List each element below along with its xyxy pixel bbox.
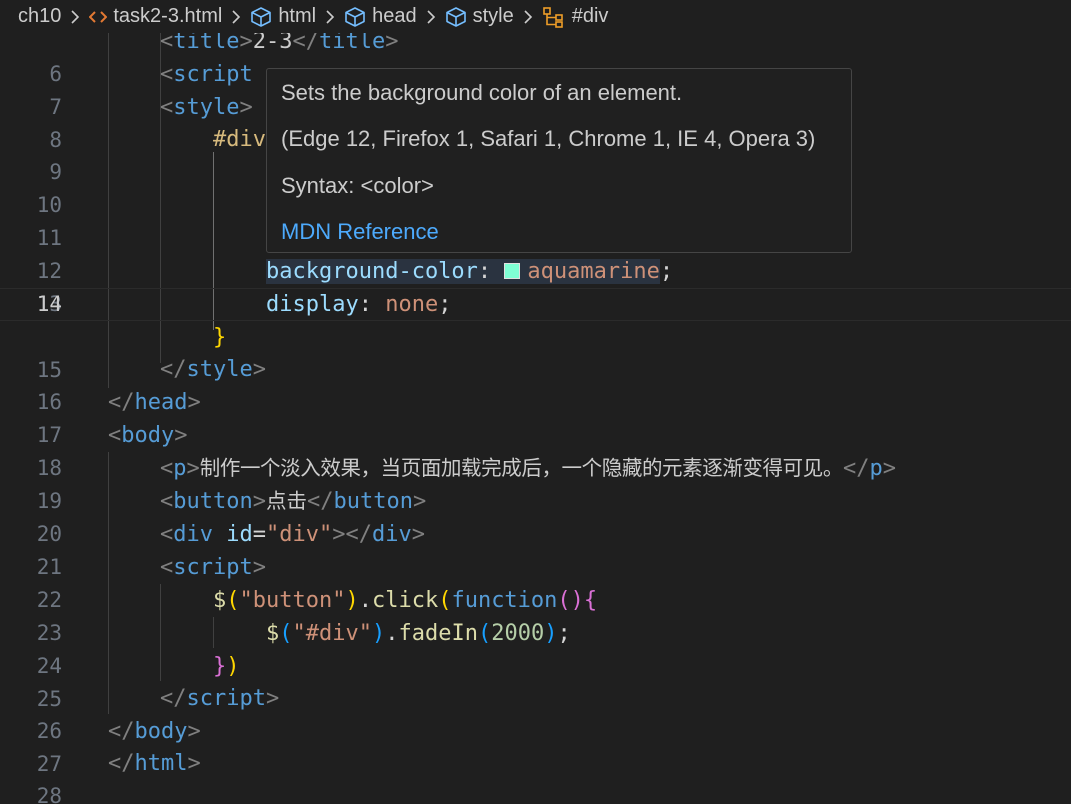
chevron-right-icon <box>70 9 80 25</box>
code-text: $("button").click(function(){ <box>213 588 598 613</box>
hover-syntax: Syntax: <color> <box>281 173 434 198</box>
code-text: </style> <box>160 357 266 382</box>
cube-icon <box>445 6 467 28</box>
breadcrumb-item-style[interactable]: style <box>445 5 514 28</box>
code-line[interactable]: 20 <button>点击</button> <box>0 485 1071 546</box>
hover-description: Sets the background color of an element. <box>281 80 683 105</box>
code-text: #div <box>213 127 266 152</box>
code-line[interactable]: 21 <div id="div"></div> <box>0 518 1071 579</box>
code-text: } <box>213 325 227 350</box>
code-line-current[interactable]: 14 display: none; <box>0 288 1071 321</box>
cube-icon <box>344 6 366 28</box>
breadcrumb: ch10 task2-3.html html head style #div <box>0 0 1071 33</box>
breadcrumb-item-head[interactable]: head <box>344 5 417 28</box>
breadcrumb-item-file[interactable]: task2-3.html <box>89 5 222 28</box>
breadcrumb-item-selector[interactable]: #div <box>542 5 609 28</box>
code-line[interactable]: 19 <p>制作一个淡入效果，当页面加载完成后，一个隐藏的元素逐渐变得可见。</… <box>0 452 1071 513</box>
code-line[interactable]: 17 </head> <box>0 386 1071 447</box>
chevron-right-icon <box>325 9 335 25</box>
code-text: <body> <box>108 423 188 448</box>
code-line[interactable]: 26 </script> <box>0 682 1071 743</box>
code-text: </html> <box>108 751 201 776</box>
selector-icon <box>542 6 566 28</box>
code-text: }) <box>213 654 240 679</box>
breadcrumb-label: ch10 <box>18 5 62 27</box>
hover-compat: (Edge 12, Firefox 1, Safari 1, Chrome 1,… <box>281 126 816 151</box>
color-swatch[interactable] <box>504 263 521 279</box>
code-text: <button>点击</button> <box>160 489 427 514</box>
code-text: <p>制作一个淡入效果，当页面加载完成后，一个隐藏的元素逐渐变得可见。</p> <box>160 456 896 481</box>
code-line[interactable]: 23 $("button").click(function(){ <box>0 584 1071 645</box>
code-text: <style> <box>160 95 253 120</box>
code-line[interactable]: 13 background-color: aquamarine; <box>0 255 1071 316</box>
chevron-right-icon <box>426 9 436 25</box>
code-text: <script> <box>160 555 266 580</box>
breadcrumb-label: task2-3.html <box>113 5 223 27</box>
code-line[interactable]: 28 </html> <box>0 747 1071 804</box>
breadcrumb-label: #div <box>571 5 609 27</box>
html-file-icon <box>89 9 108 25</box>
code-text: display: none; <box>266 292 452 317</box>
chevron-right-icon <box>231 9 241 25</box>
code-text: </head> <box>108 390 201 415</box>
breadcrumb-label: style <box>472 5 514 27</box>
code-line[interactable]: 15 } <box>0 321 1071 382</box>
breadcrumb-label: html <box>278 5 317 27</box>
code-line[interactable]: 25 }) <box>0 650 1071 711</box>
code-line[interactable]: 22 <script> <box>0 551 1071 612</box>
line-number: 14 <box>36 292 62 316</box>
code-text: </script> <box>160 686 280 711</box>
chevron-right-icon <box>523 9 533 25</box>
code-line[interactable]: 16 </style> <box>0 353 1071 414</box>
cube-icon <box>250 6 272 28</box>
mdn-reference-link[interactable]: MDN Reference <box>281 219 439 245</box>
line-number: 28 <box>36 784 62 804</box>
code-text: <div id="div"></div> <box>160 522 425 547</box>
code-line[interactable]: 24 $("#div").fadeIn(2000); <box>0 617 1071 678</box>
hover-tooltip: Sets the background color of an element.… <box>266 68 852 253</box>
breadcrumb-item-html[interactable]: html <box>250 5 316 28</box>
code-line[interactable]: 18 <body> <box>0 419 1071 480</box>
code-text: <script <box>160 62 253 87</box>
code-line[interactable]: 27 </body> <box>0 715 1071 776</box>
code-text: $("#div").fadeIn(2000); <box>266 621 571 646</box>
breadcrumb-label: head <box>372 5 417 27</box>
breadcrumb-item-folder[interactable]: ch10 <box>18 5 61 28</box>
code-text: background-color: aquamarine; <box>266 259 674 284</box>
code-text: </body> <box>108 719 201 744</box>
